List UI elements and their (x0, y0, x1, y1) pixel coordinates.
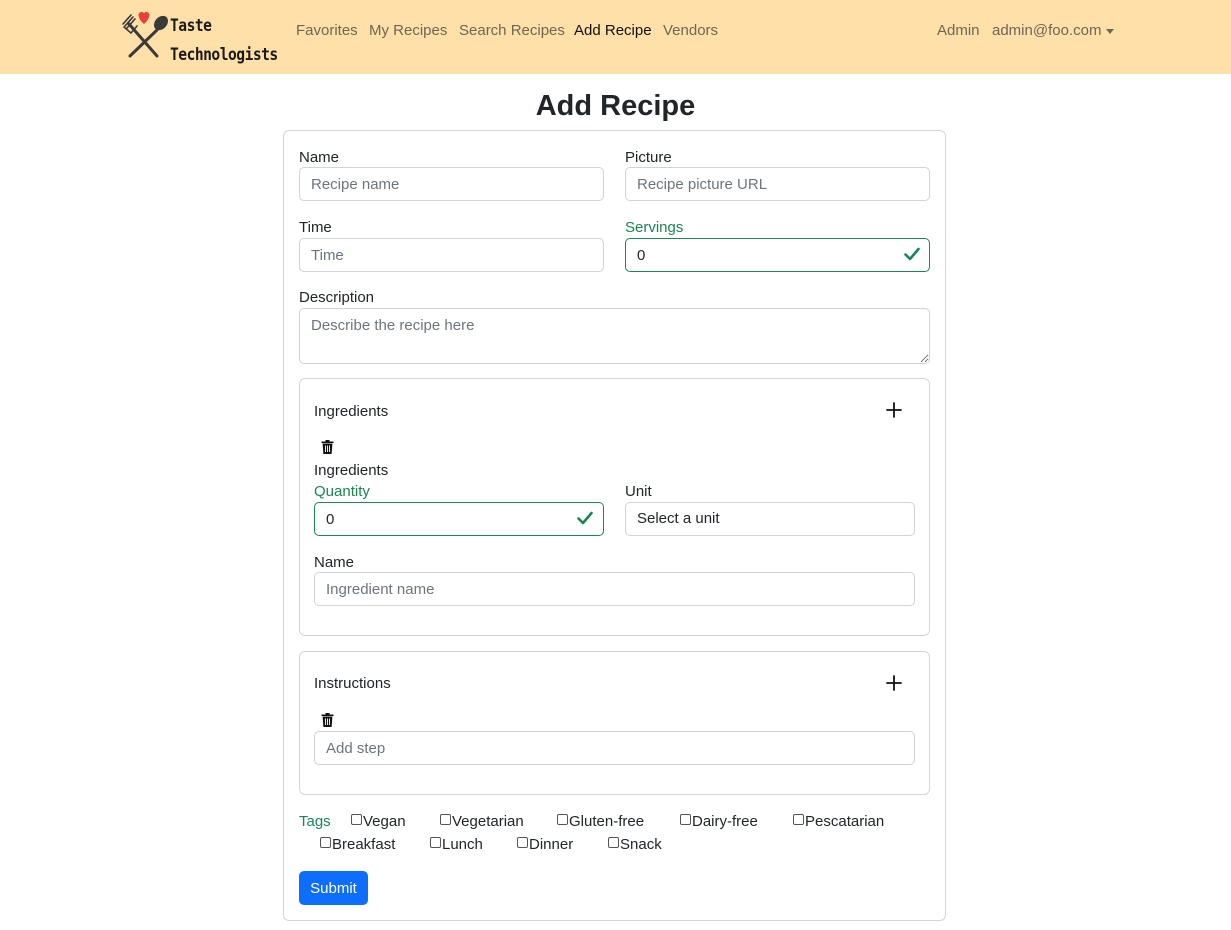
ingredient-name-label: Name (314, 554, 355, 571)
tag-breakfast[interactable]: Breakfast (320, 836, 395, 854)
nav-my-recipes[interactable]: My Recipes (369, 21, 447, 41)
tag-snack-label: Snack (620, 836, 662, 853)
tag-pescatarian[interactable]: Pescatarian (793, 813, 884, 831)
valid-check-icon (904, 247, 920, 261)
delete-step-trash-icon[interactable] (321, 713, 334, 727)
tag-gluten-free-checkbox[interactable] (557, 814, 568, 825)
page-title: Add Recipe (535, 90, 696, 122)
tag-dairy-free-checkbox[interactable] (680, 814, 691, 825)
time-input[interactable] (299, 238, 604, 272)
add-step-input[interactable] (314, 731, 915, 765)
tag-vegetarian[interactable]: Vegetarian (440, 813, 524, 831)
tag-dinner-label: Dinner (529, 836, 574, 853)
brand-name: Taste Technologists (170, 12, 278, 70)
add-ingredient-plus-icon[interactable] (885, 401, 903, 419)
time-label: Time (299, 219, 332, 236)
tag-gluten-free-label: Gluten-free (569, 813, 645, 830)
tag-pescatarian-label: Pescatarian (805, 813, 885, 830)
nav-admin[interactable]: Admin (937, 21, 980, 41)
name-label: Name (299, 149, 340, 166)
tag-snack[interactable]: Snack (608, 836, 662, 854)
recipe-name-input[interactable] (299, 167, 604, 201)
quantity-input[interactable] (314, 502, 604, 536)
nav-vendors[interactable]: Vendors (663, 21, 718, 41)
tag-dinner-checkbox[interactable] (517, 837, 528, 848)
tag-dinner[interactable]: Dinner (517, 836, 573, 854)
servings-input[interactable] (625, 238, 930, 272)
unit-label: Unit (625, 483, 652, 500)
unit-select-value: Select a unit (637, 510, 720, 527)
servings-label: Servings (625, 219, 684, 236)
description-label: Description (299, 289, 375, 306)
valid-check-icon (577, 511, 593, 525)
tag-dairy-free[interactable]: Dairy-free (680, 813, 758, 831)
tag-gluten-free[interactable]: Gluten-free (557, 813, 644, 831)
ingredient-item-label: Ingredients (314, 462, 389, 479)
tag-lunch-checkbox[interactable] (430, 837, 441, 848)
add-step-plus-icon[interactable] (885, 674, 903, 692)
ingredient-name-input[interactable] (314, 572, 915, 606)
tag-vegan-label: Vegan (363, 813, 406, 830)
tag-pescatarian-checkbox[interactable] (793, 814, 804, 825)
nav-add-recipe[interactable]: Add Recipe (574, 21, 652, 41)
tag-snack-checkbox[interactable] (608, 837, 619, 848)
brand-line-1: Taste (170, 16, 212, 36)
navbar: Taste Technologists Favorites My Recipes… (0, 0, 1231, 74)
brand-link[interactable]: Taste Technologists (120, 8, 278, 65)
unit-select[interactable]: Select a unit (625, 502, 915, 536)
tag-breakfast-checkbox[interactable] (320, 837, 331, 848)
submit-button[interactable]: Submit (299, 871, 368, 905)
picture-label: Picture (625, 149, 672, 166)
description-textarea[interactable] (299, 308, 930, 364)
ingredients-title: Ingredients (314, 403, 389, 420)
user-menu-dropdown[interactable]: admin@foo.com (992, 21, 1115, 41)
brand-line-2: Technologists (170, 45, 278, 65)
quantity-label: Quantity (314, 483, 370, 500)
tag-breakfast-label: Breakfast (332, 836, 396, 853)
tag-lunch[interactable]: Lunch (430, 836, 483, 854)
picture-url-input[interactable] (625, 167, 930, 201)
fork-spoon-heart-logo-icon (122, 11, 168, 58)
caret-down-icon (1106, 28, 1115, 34)
delete-ingredient-trash-icon[interactable] (321, 440, 334, 454)
tag-vegetarian-checkbox[interactable] (440, 814, 451, 825)
nav-favorites[interactable]: Favorites (296, 21, 358, 41)
tag-vegetarian-label: Vegetarian (452, 813, 524, 830)
tag-vegan-checkbox[interactable] (351, 814, 362, 825)
nav-search-recipes[interactable]: Search Recipes (459, 21, 565, 41)
tag-lunch-label: Lunch (442, 836, 483, 853)
instructions-section (299, 651, 930, 795)
user-email: admin@foo.com (992, 22, 1102, 39)
tag-dairy-free-label: Dairy-free (692, 813, 758, 830)
tag-vegan[interactable]: Vegan (351, 813, 406, 831)
tags-label: Tags (299, 813, 331, 830)
instructions-title: Instructions (314, 675, 391, 692)
